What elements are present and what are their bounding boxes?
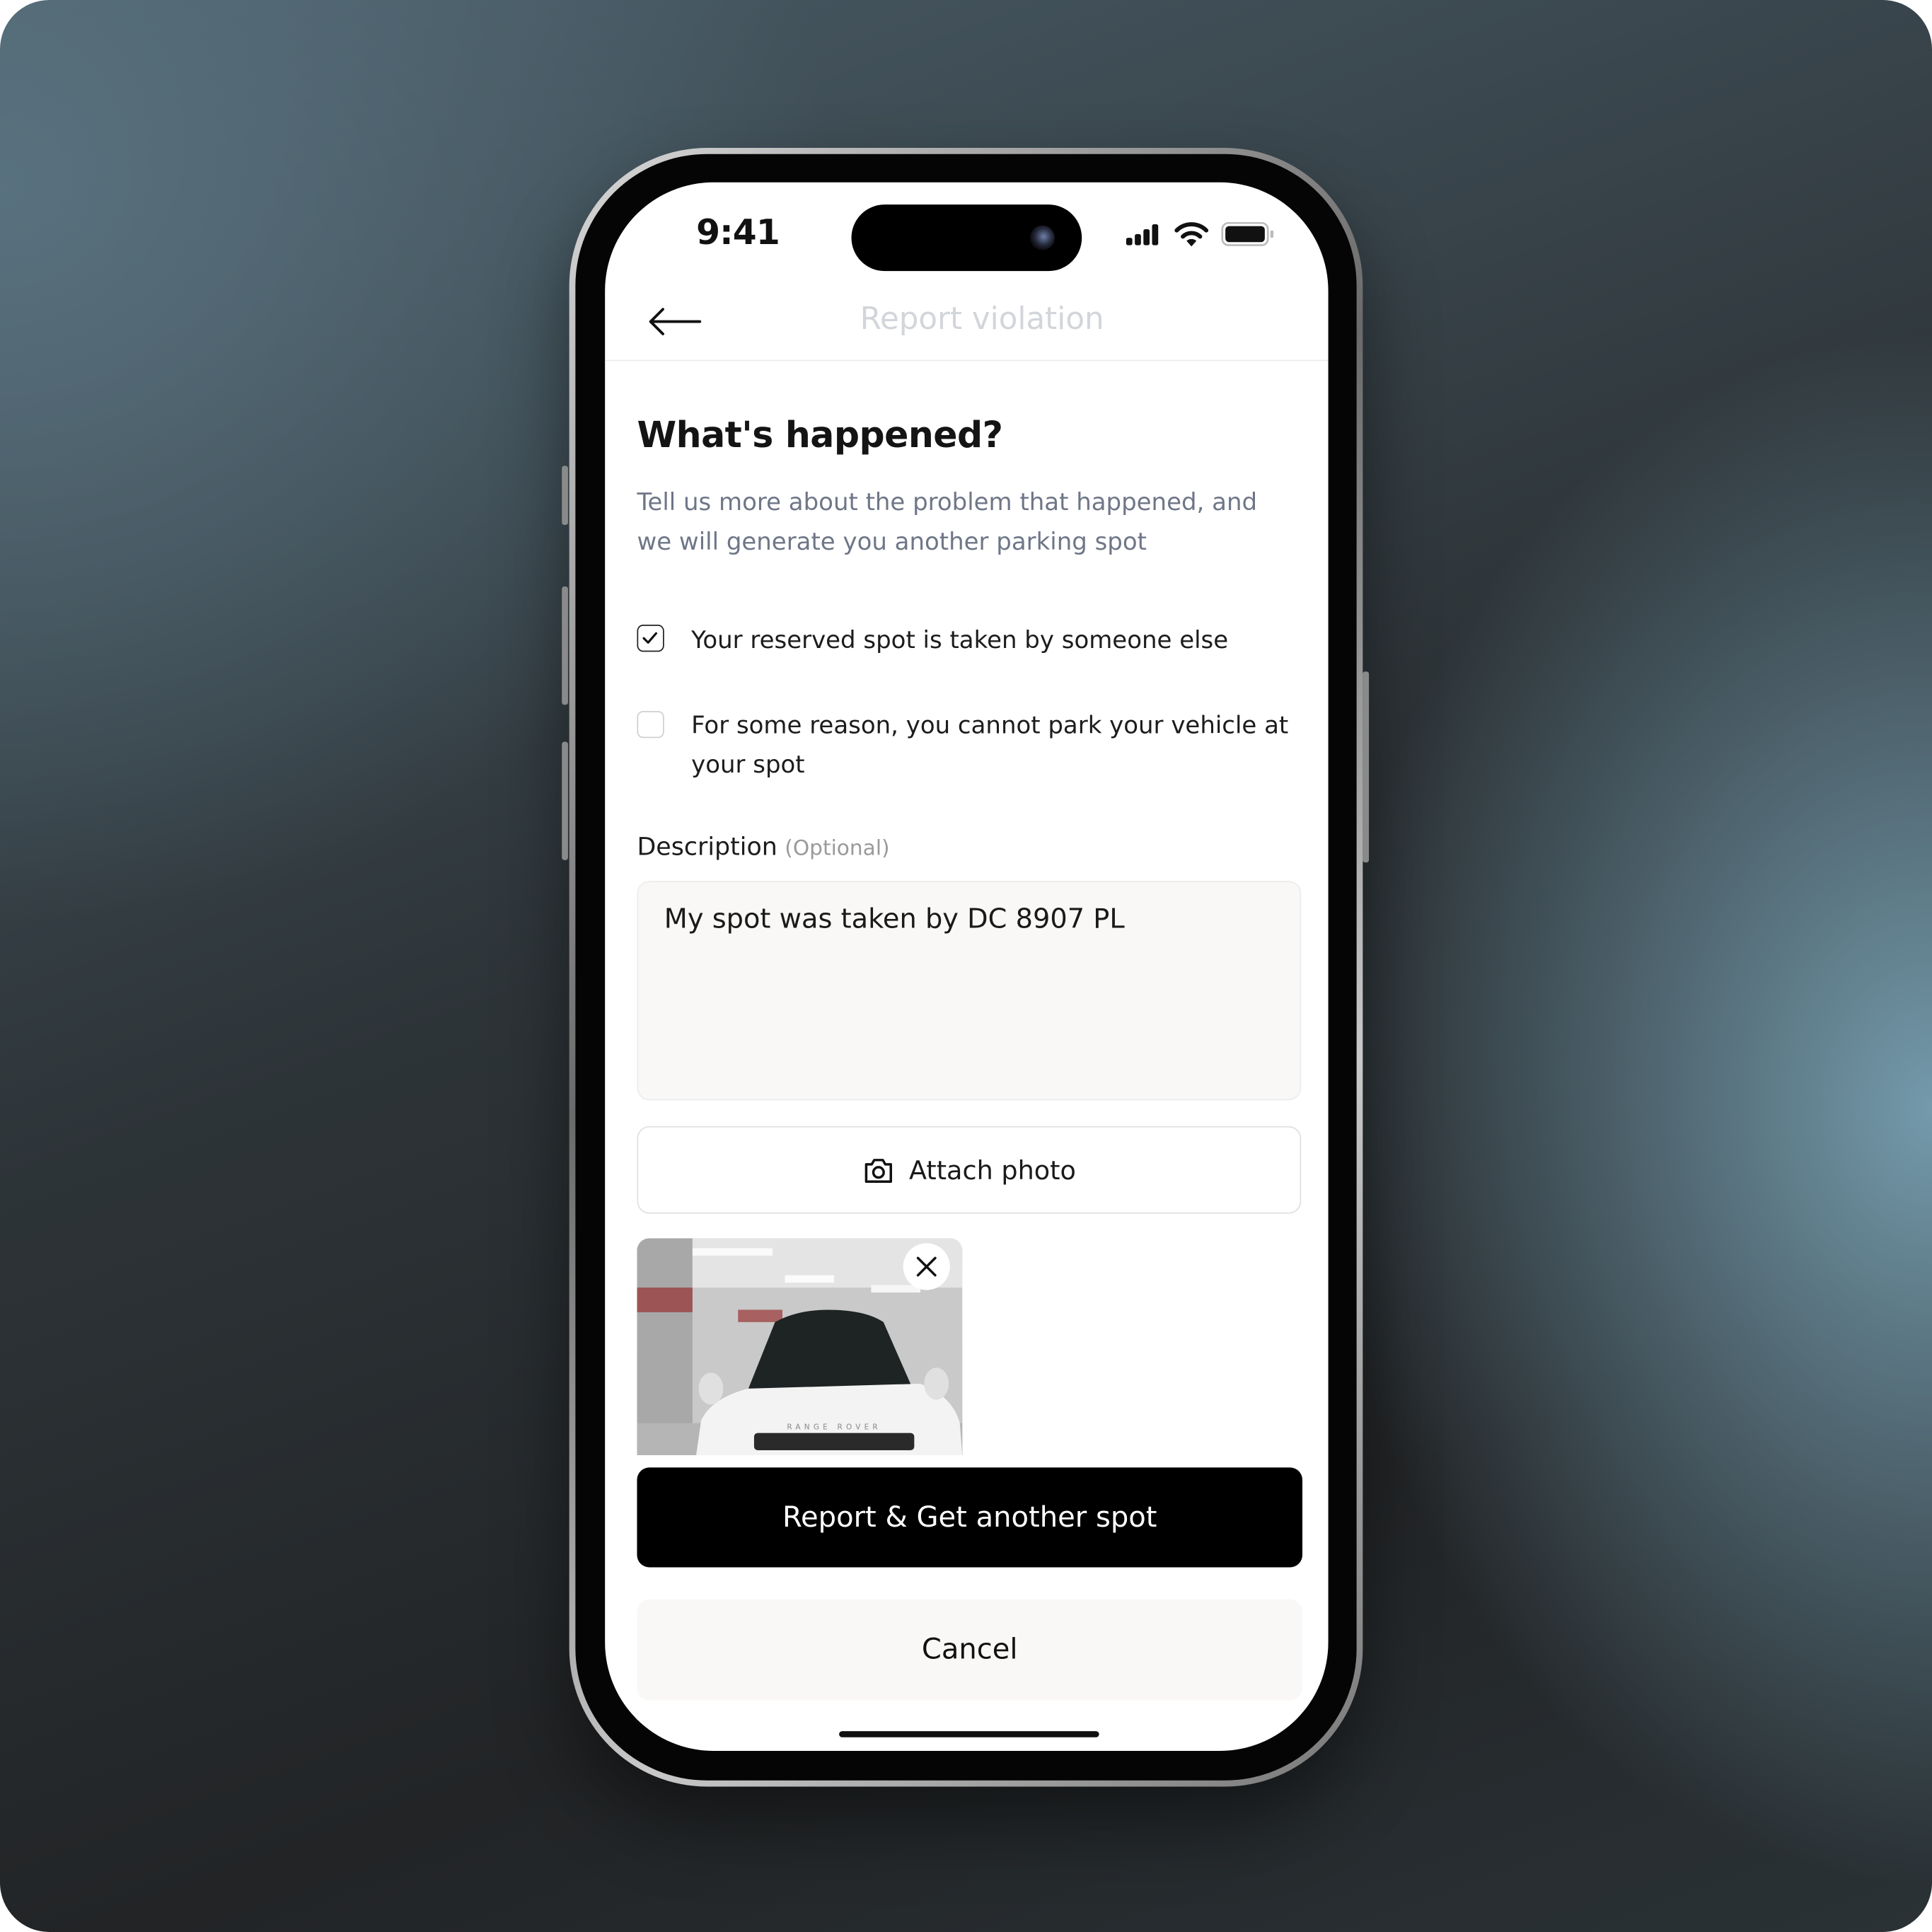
volume-up-button xyxy=(562,586,568,705)
checkmark-icon xyxy=(642,632,658,644)
power-button xyxy=(1363,671,1370,863)
report-button[interactable]: Report & Get another spot xyxy=(637,1467,1302,1568)
cancel-button[interactable]: Cancel xyxy=(637,1599,1302,1701)
status-time: 9:41 xyxy=(696,212,780,253)
remove-photo-button[interactable] xyxy=(903,1243,950,1290)
action-button xyxy=(562,465,568,525)
description-label-text: Description xyxy=(637,831,777,862)
section-subtitle: Tell us more about the problem that happ… xyxy=(637,487,1258,556)
signal-icon xyxy=(1126,224,1159,245)
phone-screen: 9:41 Report violation What's happened? T… xyxy=(605,182,1329,1751)
volume-down-button xyxy=(562,741,568,860)
camera-icon xyxy=(1030,225,1055,250)
camera-icon xyxy=(864,1158,892,1183)
section-heading: What's happened? xyxy=(637,414,1003,456)
attach-photo-label: Attach photo xyxy=(909,1155,1076,1185)
attached-photo-thumbnail: RANGE ROVER xyxy=(637,1238,963,1455)
close-icon xyxy=(916,1256,937,1277)
dynamic-island xyxy=(851,204,1082,272)
battery-icon xyxy=(1221,221,1274,246)
description-label: Description (Optional) xyxy=(637,832,889,862)
photo-logo-text: RANGE ROVER xyxy=(787,1423,881,1431)
attach-photo-button[interactable]: Attach photo xyxy=(637,1126,1302,1214)
option-checkbox-spot-taken[interactable] xyxy=(637,625,664,652)
option-checkbox-cannot-park[interactable] xyxy=(637,710,664,739)
option-label-spot-taken[interactable]: Your reserved spot is taken by someone e… xyxy=(691,621,1295,661)
home-indicator[interactable] xyxy=(839,1731,1099,1737)
option-label-cannot-park[interactable]: For some reason, you cannot park your ve… xyxy=(691,706,1295,785)
header-divider xyxy=(605,359,1329,361)
optional-hint: (Optional) xyxy=(785,836,890,862)
wifi-icon xyxy=(1174,222,1209,247)
description-textarea[interactable]: My spot was taken by DC 8907 PL xyxy=(637,881,1302,1101)
page-title: Report violation xyxy=(860,300,1104,337)
